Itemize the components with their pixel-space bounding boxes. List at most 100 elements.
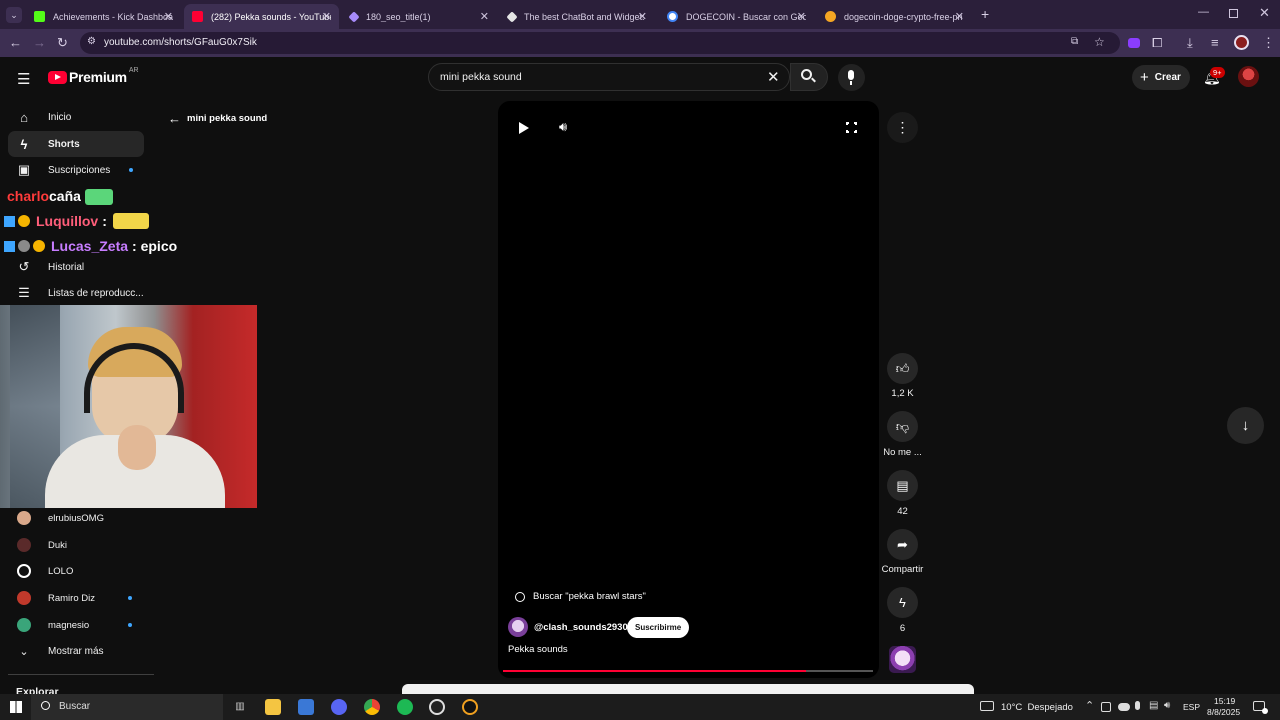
reading-list-icon[interactable]: ≡ — [1211, 36, 1219, 50]
network-icon[interactable]: ▤ — [1149, 700, 1158, 711]
more-options-button[interactable]: ⋮ — [887, 112, 918, 143]
sidebar-item-shorts[interactable]: ϟ Shorts — [8, 131, 144, 157]
dislike-button[interactable]: 👎︎ — [887, 411, 918, 442]
sidebar-item-subscriptions[interactable]: ▣ Suscripciones — [8, 157, 144, 183]
close-tab-icon[interactable]: ✕ — [480, 10, 489, 23]
search-suggestion[interactable]: Buscar "pekka brawl stars" — [515, 591, 646, 602]
taskbar-search[interactable]: Buscar — [31, 694, 223, 720]
tab-search-icon[interactable]: ⌄ — [6, 7, 22, 23]
channel-handle[interactable]: @clash_sounds2930 — [534, 622, 628, 633]
volume-tray-icon[interactable]: 🔊︎ — [1164, 700, 1170, 711]
like-button[interactable]: 👍︎ — [887, 353, 918, 384]
sidebar-item-playlists[interactable]: ☰ Listas de reproducc... — [8, 280, 144, 306]
account-avatar[interactable] — [1238, 66, 1259, 87]
tray-cloud-icon[interactable] — [1118, 703, 1130, 711]
search-button[interactable] — [790, 63, 828, 91]
browser-tab[interactable]: DOGECOIN - Buscar con Google ✕ — [659, 4, 814, 29]
channel-avatar[interactable] — [17, 591, 31, 605]
browser-tab[interactable]: The best ChatBot and Widgets ✕ — [500, 4, 655, 29]
browser-tab[interactable]: Achievements - Kick Dashboard ✕ — [26, 4, 181, 29]
channel-name[interactable]: Ramiro Diz — [48, 593, 95, 604]
windows-start-icon[interactable] — [10, 701, 22, 713]
microphone-tray-icon[interactable] — [1135, 701, 1140, 710]
extension-icon[interactable] — [1128, 38, 1140, 48]
new-tab-icon[interactable]: + — [981, 6, 989, 22]
install-app-icon[interactable]: ⧉ — [1071, 36, 1078, 47]
browser-tab[interactable]: dogecoin-doge-crypto-free-pn ✕ — [817, 4, 972, 29]
file-explorer-icon[interactable] — [265, 699, 281, 715]
close-tab-icon[interactable]: ✕ — [955, 10, 964, 23]
download-icon[interactable]: ⤓ — [1187, 36, 1193, 50]
weather-text[interactable]: 10°C Despejado — [1001, 702, 1073, 713]
obs-icon[interactable] — [429, 699, 445, 715]
browser-menu-icon[interactable]: ⋮ — [1262, 36, 1275, 50]
clock-date[interactable]: 8/8/2025 — [1207, 707, 1240, 717]
chrome-icon[interactable] — [364, 699, 380, 715]
channel-avatar[interactable] — [17, 538, 31, 552]
close-tab-icon[interactable]: ✕ — [797, 10, 806, 23]
close-tab-icon[interactable]: ✕ — [164, 10, 173, 23]
chat-message: charlocaña — [7, 188, 113, 206]
tab-title: dogecoin-doge-crypto-free-pn — [844, 11, 963, 22]
remix-button[interactable]: ϟ — [887, 587, 918, 618]
hamburger-menu-icon[interactable]: ☰ — [17, 70, 30, 88]
address-bar[interactable]: ⚙ youtube.com/shorts/GFauG0x7Sik ⧉ ☆ — [80, 32, 1120, 54]
arrow-left-icon: ← — [168, 111, 181, 126]
channel-avatar[interactable] — [17, 618, 31, 632]
channel-avatar[interactable] — [17, 511, 31, 525]
close-tab-icon[interactable]: ✕ — [322, 10, 331, 23]
browser-tab-active[interactable]: (282) Pekka sounds - YouTube ✕ — [184, 4, 339, 29]
forward-icon[interactable]: → — [33, 36, 46, 50]
short-player[interactable]: 🔊︎ Buscar "pekka brawl stars" @clash_sou… — [498, 101, 879, 678]
channel-name[interactable]: Duki — [48, 540, 67, 551]
audio-thumbnail[interactable] — [889, 646, 916, 673]
sidebar-divider — [8, 674, 154, 675]
language-indicator[interactable]: ESP — [1183, 702, 1200, 712]
search-box[interactable]: mini pekka sound ✕ — [428, 63, 790, 91]
tab-title: 180_seo_title(1) — [366, 11, 431, 22]
back-icon[interactable]: ← — [9, 36, 22, 50]
minimize-window-icon[interactable]: — — [1198, 6, 1209, 18]
discord-icon[interactable] — [331, 699, 347, 715]
clock-time[interactable]: 15:19 — [1214, 696, 1235, 706]
spotify-icon[interactable] — [397, 699, 413, 715]
next-short-button[interactable]: ↓ — [1227, 407, 1264, 444]
channel-name[interactable]: LOLO — [48, 566, 73, 577]
extensions-puzzle-icon[interactable]: ⧠ — [1152, 36, 1162, 50]
subscribe-button[interactable]: Suscribirme — [627, 617, 690, 638]
tray-chevron-icon[interactable]: ⌃ — [1085, 699, 1094, 712]
comments-button[interactable]: ▤ — [887, 470, 918, 501]
share-button[interactable]: ➦ — [887, 529, 918, 560]
profile-avatar[interactable] — [1234, 35, 1249, 50]
voice-search-button[interactable] — [838, 64, 865, 91]
channel-avatar[interactable] — [17, 564, 31, 578]
youtube-logo[interactable]: Premium AR — [48, 67, 139, 85]
reload-icon[interactable]: ↻ — [57, 36, 68, 50]
close-window-icon[interactable]: ✕ — [1259, 5, 1270, 21]
weather-icon[interactable] — [980, 701, 994, 711]
channel-name[interactable]: elrubiusOMG — [48, 513, 104, 524]
chat-username: charlo — [7, 188, 50, 204]
task-view-icon[interactable]: ▥ — [232, 699, 248, 715]
site-info-icon[interactable]: ⚙ — [87, 36, 96, 47]
tray-app-icon[interactable] — [1101, 702, 1111, 712]
play-icon[interactable] — [519, 122, 529, 134]
channel-name[interactable]: magnesio — [48, 620, 89, 631]
sidebar-item-home[interactable]: ⌂ Inicio — [8, 104, 144, 130]
badge-icon — [4, 240, 15, 252]
volume-icon[interactable]: 🔊︎ — [559, 119, 567, 135]
restore-window-icon[interactable] — [1229, 9, 1238, 18]
progress-track[interactable] — [503, 670, 873, 672]
clear-search-icon[interactable]: ✕ — [767, 68, 780, 86]
arrow-down-icon: ↓ — [1241, 417, 1250, 434]
back-to-search[interactable]: ← mini pekka sound — [168, 111, 267, 126]
search-input[interactable]: mini pekka sound — [440, 71, 522, 83]
browser-tab[interactable]: 180_seo_title(1) ✕ — [342, 4, 497, 29]
show-more-button[interactable]: ⌄ Mostrar más — [8, 638, 144, 664]
close-tab-icon[interactable]: ✕ — [638, 10, 647, 23]
media-player-icon[interactable] — [462, 699, 478, 715]
store-icon[interactable] — [298, 699, 314, 715]
channel-avatar[interactable] — [508, 617, 528, 637]
create-button[interactable]: + Crear — [1132, 65, 1190, 90]
bookmark-star-icon[interactable]: ☆ — [1094, 35, 1105, 49]
